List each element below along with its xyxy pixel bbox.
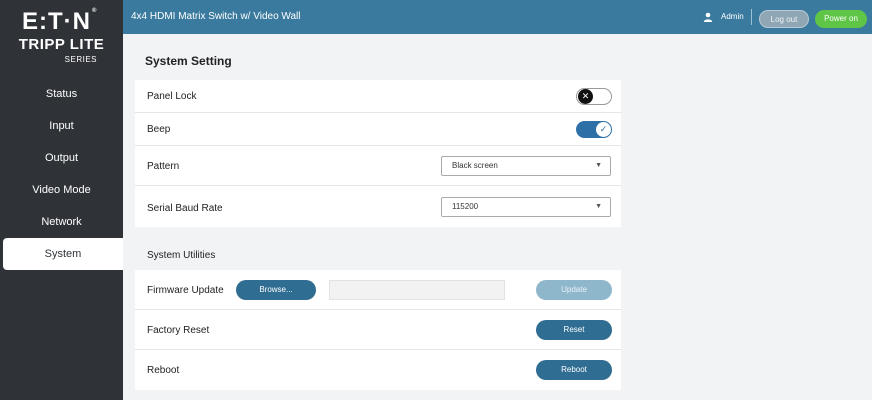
sidebar-item-input[interactable]: Input: [0, 110, 123, 142]
user-name: Admin: [721, 12, 744, 21]
reboot-button[interactable]: Reboot: [536, 360, 612, 380]
section-title: System Setting: [145, 54, 232, 68]
sidebar: E:T·N® TRIPP LITE SERIES Status Input Ou…: [0, 0, 123, 400]
header-divider: [751, 9, 752, 25]
setting-row-beep: Beep ✓: [135, 113, 621, 146]
system-setting-card: Panel Lock ✕ Beep ✓ Pattern Black screen…: [135, 80, 621, 227]
pattern-select[interactable]: Black screen ▼: [441, 156, 611, 176]
browse-button[interactable]: Browse...: [236, 280, 316, 300]
logout-button[interactable]: Log out: [759, 10, 809, 28]
power-button[interactable]: Power on: [815, 10, 867, 28]
chevron-down-icon: ▼: [595, 162, 602, 169]
setting-row-baud: Serial Baud Rate 115200 ▼: [135, 186, 621, 227]
utility-row-reboot: Reboot Reboot: [135, 350, 621, 390]
baud-label: Serial Baud Rate: [147, 203, 223, 214]
panel-lock-label: Panel Lock: [147, 91, 197, 102]
sidebar-item-video-mode[interactable]: Video Mode: [0, 174, 123, 206]
reset-button[interactable]: Reset: [536, 320, 612, 340]
setting-row-pattern: Pattern Black screen ▼: [135, 146, 621, 186]
factory-reset-label: Factory Reset: [147, 325, 210, 336]
sidebar-item-status[interactable]: Status: [0, 78, 123, 110]
utility-row-factory-reset: Factory Reset Reset: [135, 310, 621, 350]
panel-lock-toggle[interactable]: ✕: [576, 88, 612, 105]
utilities-title: System Utilities: [147, 250, 216, 261]
system-utilities-card: Firmware Update Browse... Update Factory…: [135, 270, 621, 390]
pattern-value: Black screen: [452, 161, 498, 170]
brand-name: E:T·N®: [22, 8, 98, 35]
close-icon: ✕: [578, 89, 593, 104]
utility-row-firmware: Firmware Update Browse... Update: [135, 270, 621, 310]
brand-line3: SERIES: [64, 55, 97, 64]
app-root: E:T·N® TRIPP LITE SERIES Status Input Ou…: [0, 0, 872, 400]
setting-row-panel-lock: Panel Lock ✕: [135, 80, 621, 113]
baud-select[interactable]: 115200 ▼: [441, 197, 611, 217]
pattern-label: Pattern: [147, 161, 180, 172]
sidebar-item-output[interactable]: Output: [0, 142, 123, 174]
firmware-file-input[interactable]: [329, 280, 505, 300]
check-icon: ✓: [596, 122, 611, 137]
beep-toggle[interactable]: ✓: [576, 121, 612, 138]
beep-label: Beep: [147, 124, 171, 135]
firmware-label: Firmware Update: [147, 285, 224, 296]
brand-line2: TRIPP LITE: [18, 36, 105, 53]
user-icon: [703, 12, 713, 22]
chevron-down-icon: ▼: [595, 203, 602, 210]
sidebar-item-network[interactable]: Network: [0, 206, 123, 238]
reboot-label: Reboot: [147, 365, 180, 376]
update-button[interactable]: Update: [536, 280, 612, 300]
top-bar: 4x4 HDMI Matrix Switch w/ Video Wall Adm…: [123, 0, 872, 34]
page-title: 4x4 HDMI Matrix Switch w/ Video Wall: [131, 11, 301, 22]
brand-logo: E:T·N® TRIPP LITE SERIES: [0, 0, 123, 78]
sidebar-item-system[interactable]: System: [3, 238, 123, 270]
baud-value: 115200: [452, 202, 479, 211]
